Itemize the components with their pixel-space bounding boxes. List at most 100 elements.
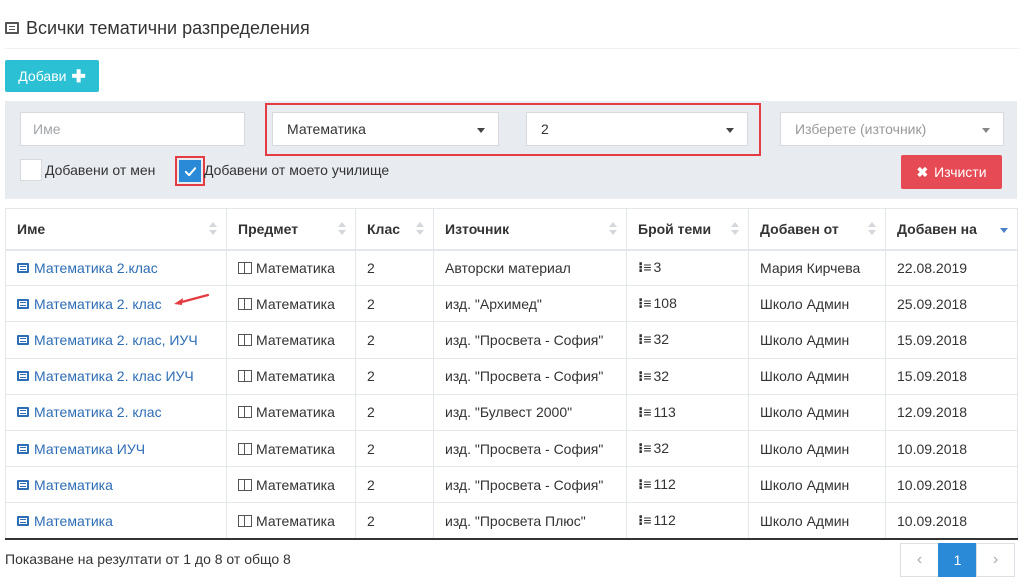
prev-page-button[interactable]: ‹ [900, 543, 939, 577]
cell-source: изд. "Просвета Плюс" [433, 502, 627, 541]
name-filter-input[interactable] [20, 112, 245, 146]
clear-button-label: Изчисти [934, 164, 987, 180]
list-alt-icon [17, 479, 29, 490]
cell-source: изд. "Просвета - София" [433, 321, 627, 359]
table-row: Математика 2. клас, ИУЧ Математика 2 изд. "… [5, 321, 1018, 359]
list-alt-icon [17, 298, 29, 309]
cell-grade: 2 [355, 429, 434, 468]
distribution-link[interactable]: Математика ИУЧ [17, 441, 145, 457]
page-header: Всички тематични разпределения [5, 16, 310, 40]
book-icon [238, 261, 253, 274]
add-button[interactable]: Добави ✚ [5, 60, 99, 92]
cell-added-on: 12.09.2018 [885, 393, 1018, 431]
filter-panel: Математика 2 Изберете (източник) Добавен… [5, 101, 1017, 199]
column-header-added-on[interactable]: Добавен на [885, 208, 1018, 250]
grade-select-value: 2 [541, 121, 549, 137]
cell-topics: ⁝≡ 32 [626, 321, 749, 359]
sort-icon [416, 222, 424, 236]
add-button-label: Добави [18, 68, 67, 84]
chevron-down-icon [726, 128, 734, 133]
source-select[interactable]: Изберете (източник) [780, 112, 1004, 146]
cell-grade: 2 [355, 321, 434, 359]
cell-subject: Математика [226, 466, 356, 504]
cell-subject: Математика [226, 248, 356, 287]
chevron-right-icon: › [992, 551, 999, 568]
cell-subject: Математика [226, 502, 356, 541]
cell-topics: ⁝≡ 113 [626, 393, 749, 431]
header-divider [5, 48, 1019, 49]
ordered-list-icon: ⁝≡ [638, 331, 652, 348]
checkmark-icon [184, 166, 196, 176]
cell-added-on: 15.09.2018 [885, 357, 1018, 395]
ordered-list-icon: ⁝≡ [638, 476, 652, 493]
page-title: Всички тематични разпределения [26, 17, 310, 38]
sort-icon [609, 222, 617, 236]
cell-added-by: Школо Админ [748, 285, 886, 323]
cell-name: Математика 2. клас [5, 393, 227, 431]
column-header-source[interactable]: Източник [433, 208, 627, 250]
grade-select[interactable]: 2 [526, 112, 748, 146]
cell-source: изд. "Просвета - София" [433, 466, 627, 504]
ordered-list-icon: ⁝≡ [638, 512, 652, 529]
column-header-name[interactable]: Име [5, 208, 227, 250]
table-row: Математика 2. клас Математика 2 изд. "Булве… [5, 393, 1018, 431]
distribution-link[interactable]: Математика [17, 513, 113, 529]
list-alt-icon [17, 515, 29, 526]
column-header-grade[interactable]: Клас [355, 208, 434, 250]
table-row: Математика ИУЧ Математика 2 изд. "Просвета … [5, 429, 1018, 468]
subject-select[interactable]: Математика [272, 112, 499, 146]
annotation-arrow [174, 293, 210, 305]
distributions-table: Име Предмет Клас Източник Брой теми Доба… [5, 208, 1018, 541]
pagination-info: Показване на резултати от 1 до 8 от общо… [5, 551, 291, 567]
cell-added-on: 10.09.2018 [885, 466, 1018, 504]
distribution-link[interactable]: Математика 2. клас [17, 296, 162, 312]
ordered-list-icon: ⁝≡ [638, 259, 652, 276]
cell-grade: 2 [355, 248, 434, 287]
ordered-list-icon: ⁝≡ [638, 440, 652, 457]
ordered-list-icon: ⁝≡ [638, 403, 652, 420]
column-header-added-by[interactable]: Добавен от [748, 208, 886, 250]
column-header-subject[interactable]: Предмет [226, 208, 356, 250]
book-icon [238, 333, 253, 346]
added-by-school-checkbox[interactable] [179, 160, 201, 182]
distribution-link[interactable]: Математика [17, 477, 113, 493]
cell-subject: Математика [226, 357, 356, 395]
table-row: Математика 2. клас ИУЧ Математика 2 изд. "П… [5, 357, 1018, 395]
cell-topics: ⁝≡ 32 [626, 429, 749, 468]
page-button-current[interactable]: 1 [938, 543, 977, 577]
cell-name: Математика 2. клас ИУЧ [5, 357, 227, 395]
cell-added-by: Школо Админ [748, 466, 886, 504]
ordered-list-icon: ⁝≡ [638, 295, 652, 312]
next-page-button[interactable]: › [976, 543, 1015, 577]
table-row: Математика Математика 2 изд. "Просвета Плюс… [5, 502, 1018, 541]
distribution-link[interactable]: Математика 2. клас, ИУЧ [17, 332, 198, 348]
sort-icon [731, 222, 739, 236]
distribution-link[interactable]: Математика 2.клас [17, 260, 158, 276]
sort-icon [209, 222, 217, 236]
cell-added-by: Школо Админ [748, 393, 886, 431]
cell-topics: ⁝≡ 112 [626, 466, 749, 504]
added-by-me-checkbox[interactable] [20, 159, 42, 181]
table-header-row: Име Предмет Клас Източник Брой теми Доба… [5, 208, 1018, 250]
cell-source: изд. "Просвета - София" [433, 429, 627, 468]
distribution-link[interactable]: Математика 2. клас [17, 404, 162, 420]
plus-icon: ✚ [71, 66, 86, 86]
column-header-topics[interactable]: Брой теми [626, 208, 749, 250]
pagination: ‹ 1 › [900, 543, 1015, 577]
cell-source: изд. "Просвета - София" [433, 357, 627, 395]
source-select-placeholder: Изберете (източник) [795, 121, 927, 137]
cell-added-by: Школо Админ [748, 429, 886, 468]
cell-subject: Математика [226, 285, 356, 323]
cell-name: Математика ИУЧ [5, 429, 227, 468]
times-icon: ✖ [916, 163, 929, 180]
cell-source: изд. "Архимед" [433, 285, 627, 323]
cell-added-on: 15.09.2018 [885, 321, 1018, 359]
cell-name: Математика [5, 466, 227, 504]
distribution-link[interactable]: Математика 2. клас ИУЧ [17, 368, 194, 384]
clear-filters-button[interactable]: ✖ Изчисти [901, 155, 1002, 189]
cell-added-by: Школо Админ [748, 502, 886, 541]
cell-name: Математика [5, 502, 227, 541]
list-alt-icon [17, 334, 29, 345]
book-icon [238, 297, 253, 310]
book-icon [238, 478, 253, 491]
